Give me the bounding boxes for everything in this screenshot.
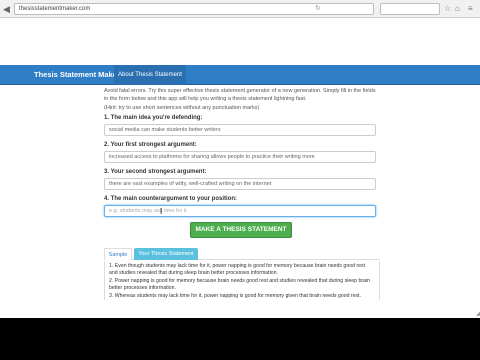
field-2-label: 2. Your first strongest argument: [104, 142, 197, 148]
field-1-label: 1. The main idea you're defending: [104, 115, 203, 121]
nav-about-link[interactable]: About Thesis Statement [114, 65, 186, 85]
home-icon[interactable]: ⌂ [455, 3, 460, 15]
field-3-label: 3. Your second strongest argument: [104, 169, 207, 175]
address-url: thesisstatementmaker.com [19, 6, 91, 12]
intro-text: Avoid fatal errors. Try this super effec… [104, 88, 376, 102]
resize-grip-icon[interactable]: ◢ [476, 310, 480, 317]
result-item: 2. Power napping is good for memory beca… [109, 278, 370, 291]
main-content: Avoid fatal errors. Try this super effec… [104, 88, 380, 318]
main-idea-input[interactable]: social media can make students better wr… [104, 124, 376, 136]
page-bottom [0, 300, 480, 318]
bookmark-star-icon[interactable]: ☆ [444, 3, 451, 15]
brand-logo[interactable]: Thesis Statement Maker [34, 70, 120, 79]
browser-search-box[interactable] [380, 3, 440, 15]
browser-viewport: ◀ thesisstatementmaker.com ↻ ☆ ⌂ ≡ Thesi… [0, 0, 480, 318]
address-bar[interactable]: thesisstatementmaker.com ↻ [14, 3, 374, 15]
second-argument-input[interactable]: there are vast examples of witty, well-c… [104, 178, 376, 190]
text-cursor-icon: I [160, 207, 163, 216]
tab-your-thesis[interactable]: Your Thesis Statement [134, 248, 198, 260]
browser-toolbar: ◀ thesisstatementmaker.com ↻ ☆ ⌂ ≡ [0, 0, 480, 18]
field-4-label: 4. The main counterargument to your posi… [104, 196, 238, 202]
app-navbar: Thesis Statement Maker About Thesis Stat… [0, 65, 480, 85]
hint-text: (Hint: try to use short sentences withou… [104, 105, 260, 111]
tab-sample[interactable]: Sample [104, 248, 132, 260]
reload-icon[interactable]: ↻ [315, 4, 321, 14]
first-argument-input[interactable]: increased access to platforms for sharin… [104, 151, 376, 163]
result-tabs: Sample Your Thesis Statement [104, 248, 380, 260]
result-item: 3. Whereas students may lack time for it… [109, 293, 362, 299]
menu-icon[interactable]: ≡ [468, 3, 473, 15]
result-item: 1. Even though students may lack time fo… [109, 263, 366, 276]
make-thesis-button[interactable]: MAKE A THESIS STATEMENT [190, 222, 292, 238]
counterargument-input[interactable]: e.g. students may ask time for it [104, 205, 376, 217]
back-arrow-icon[interactable]: ◀ [3, 3, 10, 15]
